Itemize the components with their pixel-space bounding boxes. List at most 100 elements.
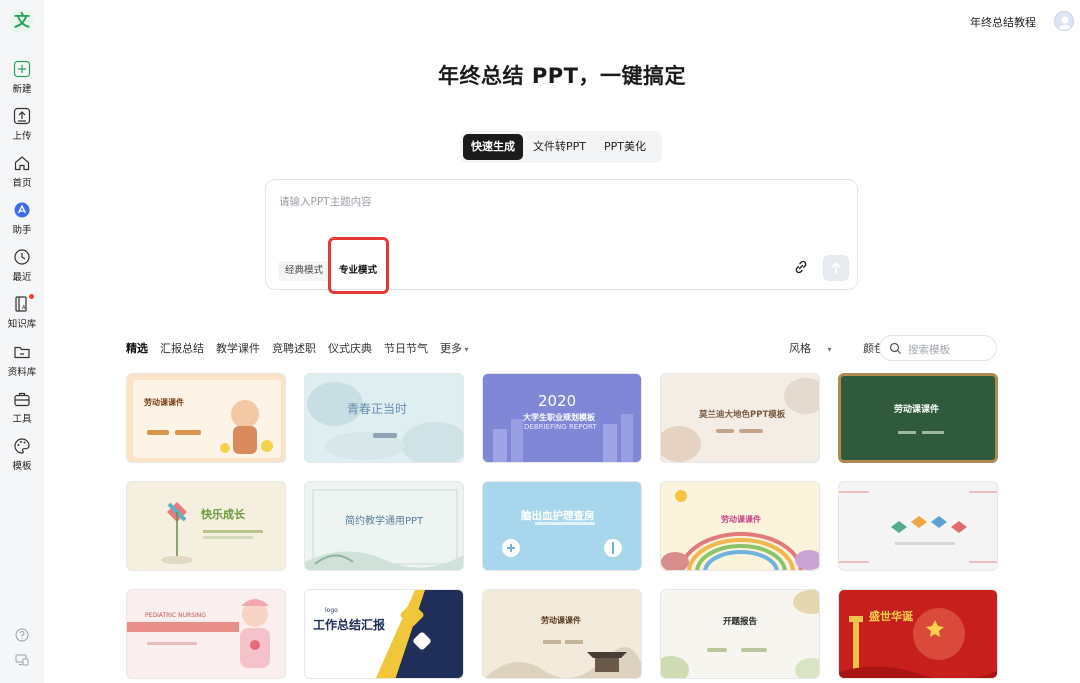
template-title: 劳动课课件 [721, 515, 761, 524]
template-card-morandi[interactable]: 莫兰迪大地色PPT模板 [660, 373, 820, 463]
sidebar-item-home[interactable]: 首页 [0, 154, 44, 189]
app-logo[interactable]: 文 [11, 10, 33, 32]
card-artwork [661, 590, 819, 678]
generation-tabs: 快速生成 文件转PPT PPT美化 [460, 131, 662, 163]
template-title: 劳动课课件 [144, 398, 184, 407]
template-card-pediatric[interactable]: PEDIATRIC NURSING [126, 589, 286, 679]
card-artwork [485, 640, 641, 678]
category-teaching-courseware[interactable]: 教学课件 [216, 340, 260, 356]
card-artwork [661, 490, 819, 570]
template-card-teaching[interactable]: 简约教学通用PPT [304, 481, 464, 571]
style-filter[interactable]: 风格 ▾ [789, 342, 846, 355]
sidebar-item-templates[interactable]: 模板 [0, 437, 44, 472]
template-title: 开题报告 [723, 617, 758, 627]
sidebar-item-label: 首页 [12, 178, 32, 189]
template-title: 盛世华诞 [869, 610, 913, 623]
template-subtitle: 大学生职业规划模板 [523, 413, 595, 422]
sidebar: 文 新建 上传 首页 助手 最近 AI 知识库 资料库 工具 模板 [0, 0, 44, 683]
template-card-nursing[interactable]: 脑出血护理查房 [482, 481, 642, 571]
device-icon[interactable] [15, 653, 29, 667]
logo-text: logo [325, 607, 338, 614]
sidebar-item-label: 助手 [12, 225, 32, 236]
card-artwork [307, 382, 463, 462]
template-title: 2020 [538, 392, 577, 410]
highlight-box [328, 237, 389, 294]
document-title[interactable]: 年终总结教程 [970, 14, 1036, 30]
tab-ppt-beautify[interactable]: PPT美化 [596, 134, 654, 160]
template-card-labor-3[interactable]: 劳动课课件 [660, 481, 820, 571]
template-card-youth[interactable]: 青春正当时 [304, 373, 464, 463]
toolbox-icon [14, 392, 30, 407]
template-card-labor-1[interactable]: 劳动课课件 [126, 373, 286, 463]
search-icon [889, 342, 901, 354]
template-card-labor-2[interactable]: 劳动课课件 [838, 373, 998, 463]
card-artwork: logo [325, 590, 463, 678]
sidebar-item-label: 资料库 [7, 367, 37, 378]
template-card-career[interactable]: 2020 大学生职业规划模板 DEBRIEFING REPORT [482, 373, 642, 463]
assistant-icon [14, 202, 30, 218]
avatar[interactable] [1054, 11, 1074, 31]
template-title: 快乐成长 [201, 508, 245, 521]
clock-icon [14, 249, 30, 265]
template-subtitle-en: DEBRIEFING REPORT [524, 423, 597, 431]
category-more[interactable]: 更多 ▾ [440, 340, 469, 356]
notification-dot [29, 294, 34, 299]
folder-icon [14, 346, 30, 359]
chevron-down-icon: ▾ [462, 345, 469, 354]
sidebar-item-knowledge-base[interactable]: AI 知识库 [0, 294, 44, 330]
category-more-label: 更多 [440, 342, 462, 355]
template-title: PEDIATRIC NURSING [145, 612, 206, 619]
category-festivals[interactable]: 节日节气 [384, 340, 428, 356]
sidebar-item-library[interactable]: 资料库 [0, 343, 44, 378]
template-card-proposal[interactable]: 开题报告 [660, 589, 820, 679]
sidebar-item-label: 最近 [12, 272, 32, 283]
send-button[interactable] [823, 255, 849, 281]
template-card-work-summary[interactable]: logo 工作总结汇报 [304, 589, 464, 679]
sidebar-item-tools[interactable]: 工具 [0, 390, 44, 425]
template-card-national-day[interactable]: 盛世华诞 [838, 589, 998, 679]
tab-file-to-ppt[interactable]: 文件转PPT [525, 134, 594, 160]
help-icon[interactable] [15, 628, 29, 642]
tab-quick-generate[interactable]: 快速生成 [463, 134, 523, 160]
template-card-labor-4[interactable]: 劳动课课件 [482, 589, 642, 679]
card-artwork [127, 599, 270, 668]
sidebar-item-label: 新建 [12, 84, 32, 95]
search-placeholder: 搜索模板 [908, 344, 950, 356]
sidebar-item-new[interactable]: 新建 [0, 60, 44, 95]
mode-classic-button[interactable]: 经典模式 [278, 261, 331, 281]
topic-input-placeholder[interactable]: 请输入PPT主题内容 [279, 194, 372, 209]
template-title: 劳动课课件 [541, 616, 581, 625]
card-artwork [839, 491, 997, 563]
sidebar-item-label: 知识库 [7, 319, 37, 330]
template-title: 劳动课课件 [894, 405, 940, 415]
chevron-down-icon: ▾ [825, 345, 832, 354]
template-search-input[interactable]: 搜索模板 [879, 335, 997, 361]
sidebar-item-upload[interactable]: 上传 [0, 107, 44, 142]
upload-icon [13, 107, 31, 125]
sidebar-item-label: 上传 [12, 131, 32, 142]
template-card-growth[interactable]: 快乐成长 [126, 481, 286, 571]
category-ceremony[interactable]: 仪式庆典 [328, 340, 372, 356]
sidebar-item-assistant[interactable]: 助手 [0, 201, 44, 236]
plus-icon [13, 60, 31, 78]
card-artwork [133, 380, 281, 458]
attach-link-icon[interactable] [793, 259, 809, 275]
category-featured[interactable]: 精选 [126, 340, 148, 356]
template-title: 青春正当时 [347, 402, 408, 416]
category-nav: 精选 汇报总结 教学课件 竞聘述职 仪式庆典 节日节气 更多 ▾ [126, 340, 469, 356]
sidebar-item-recent[interactable]: 最近 [0, 248, 44, 283]
category-competition-report[interactable]: 竞聘述职 [272, 340, 316, 356]
page-title: 年终总结 PPT，一键搞定 [438, 64, 686, 88]
sidebar-item-label: 模板 [12, 461, 32, 472]
card-artwork [898, 431, 944, 434]
knowledge-base-icon: AI [15, 296, 27, 312]
template-title: 工作总结汇报 [313, 618, 386, 632]
style-filter-label: 风格 [789, 342, 811, 355]
template-title: 莫兰迪大地色PPT模板 [699, 410, 786, 420]
template-card-geometric[interactable] [838, 481, 998, 571]
arrow-up-icon [831, 261, 841, 274]
template-title: 脑出血护理查房 [521, 510, 595, 522]
palette-icon [14, 438, 30, 454]
svg-text:AI: AI [22, 305, 27, 311]
category-report-summary[interactable]: 汇报总结 [160, 340, 204, 356]
